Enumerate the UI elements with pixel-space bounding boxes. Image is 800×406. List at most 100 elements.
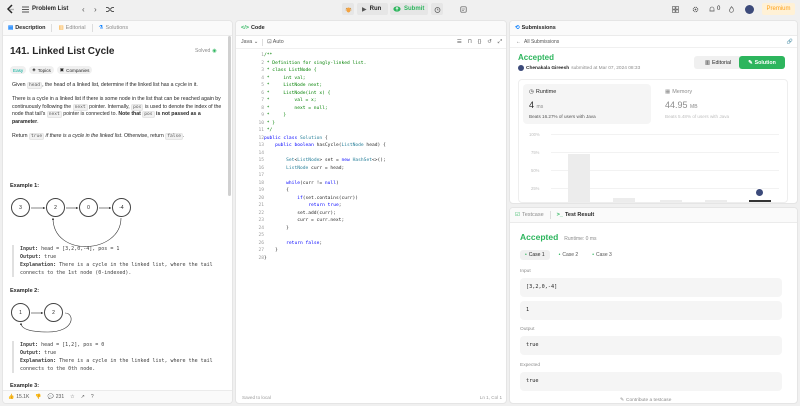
share-button[interactable]: ↗	[81, 394, 85, 400]
code-line: /**	[264, 53, 273, 58]
layout-grid-icon	[672, 5, 679, 13]
description-scrollbar[interactable]	[228, 36, 231, 196]
submit-button[interactable]: Submit	[390, 3, 428, 15]
code-line: set.add(curr);	[264, 210, 336, 216]
code-line: if(set.contains(curr))	[297, 195, 359, 201]
code-line: {	[264, 188, 289, 193]
help-button[interactable]: ?	[91, 394, 94, 400]
test-result-panel: ☑ Testcase >_ Test Result Accepted Runti…	[509, 207, 798, 404]
dot-icon: •	[525, 252, 527, 258]
user-avatar-icon	[745, 4, 754, 14]
distribution-bar[interactable]	[705, 200, 727, 202]
reset-icon[interactable]: ↺	[487, 39, 491, 46]
list-node: -4	[112, 198, 131, 217]
prev-problem-button[interactable]: ‹	[82, 3, 85, 15]
notes-icon[interactable]: ☰	[457, 39, 462, 46]
expected-label: Expected	[520, 363, 541, 368]
clock-icon: ◷	[529, 89, 534, 95]
favorite-button[interactable]: ☆	[70, 394, 74, 400]
editor-actions: ☰ ⊓ {} ↺ ⤢	[457, 39, 502, 46]
streak-count: 0	[717, 6, 721, 12]
random-problem-button[interactable]	[106, 3, 114, 15]
companies-chip[interactable]: ▣ Companies	[56, 66, 93, 74]
submissions-panel: ⟲ Submissions ← All Submissions 🔗 Accept…	[509, 20, 798, 204]
dot-icon: •	[592, 252, 594, 258]
tab-description[interactable]: ▤ Description	[8, 25, 45, 31]
memory-box[interactable]: ▦ Memory 44.95 MB Beats 5.48% of users wi…	[659, 84, 785, 124]
topics-chip[interactable]: ◈ Topics	[29, 66, 54, 74]
tab-submissions[interactable]: ⟲ Submissions	[515, 25, 556, 31]
runtime-box[interactable]: ◷ Runtime 4 ms Beats 16.27% of users with…	[523, 84, 651, 124]
bookmark-icon[interactable]: ⊓	[468, 39, 472, 46]
fire-icon	[729, 5, 734, 13]
y-tick: 75%	[531, 150, 540, 155]
editor-toolbar: Java ⌄ ⊡ Auto ☰ ⊓ {} ↺ ⤢	[236, 36, 506, 49]
case-tab-2[interactable]: • Case 2	[554, 250, 584, 260]
language-select[interactable]: Java ⌄	[241, 39, 258, 45]
case-tab-3[interactable]: • Case 3	[587, 250, 617, 260]
saved-status: Saved to local	[242, 395, 271, 400]
submission-meta: Chenakala Gireesh submitted at Mar 07, 2…	[518, 65, 640, 71]
line-number: 18	[258, 180, 264, 186]
layout-button[interactable]	[672, 3, 679, 15]
output-label: Output	[520, 327, 535, 332]
debug-button[interactable]	[342, 3, 354, 15]
solution-button[interactable]: ✎ Solution	[739, 56, 785, 69]
premium-label: Premium	[766, 6, 791, 12]
code-line: * val = x;	[264, 98, 317, 103]
alarm-clock-icon	[434, 6, 440, 13]
list-node: 0	[79, 198, 98, 217]
run-button[interactable]: ▶ Run	[357, 3, 388, 15]
problem-list-button[interactable]: Problem List	[22, 3, 68, 15]
tab-test-result[interactable]: >_ Test Result	[557, 212, 595, 218]
back-to-submissions[interactable]: ← All Submissions 🔗	[510, 36, 797, 48]
code-line: return false;	[286, 240, 323, 246]
tab-testcase[interactable]: ☑ Testcase	[515, 212, 544, 218]
pencil-icon: ✎	[620, 398, 625, 403]
expected-value[interactable]: true	[520, 372, 782, 391]
line-number: 19	[258, 188, 264, 193]
gear-icon	[692, 6, 699, 12]
line-number: 25	[258, 233, 264, 238]
next-problem-button[interactable]: ›	[94, 3, 97, 15]
distribution-bar[interactable]	[568, 154, 590, 202]
auto-mode-toggle[interactable]: ⊡ Auto	[267, 39, 284, 45]
input-pos-value[interactable]: 1	[520, 301, 782, 320]
format-code-icon[interactable]: {}	[478, 39, 482, 46]
case-tab-1[interactable]: • Case 1	[520, 250, 550, 260]
tab-editorial[interactable]: ▥ Editorial	[58, 25, 85, 31]
list-node: 2	[46, 198, 65, 217]
dislike-button[interactable]: 👎	[35, 394, 41, 400]
lock-icon: ⊡	[267, 39, 272, 45]
distribution-bar-user[interactable]	[749, 200, 771, 202]
timer-button[interactable]	[431, 3, 443, 15]
arrow-left-icon: ←	[516, 38, 521, 45]
expand-icon[interactable]: ⤢	[498, 39, 502, 46]
comment-icon: 💬	[47, 394, 54, 400]
premium-button[interactable]: Premium	[762, 3, 795, 15]
code-editor[interactable]: /** * Definition for singly-linked list.…	[264, 52, 386, 262]
streak-button[interactable]	[728, 3, 735, 15]
contribute-testcase-link[interactable]: ✎ Contribute a testcase	[620, 398, 671, 403]
settings-button[interactable]	[692, 3, 699, 15]
like-button[interactable]: 👍 15.1K	[8, 394, 29, 400]
comments-button[interactable]: 💬 231	[48, 394, 65, 400]
line-number: 2	[261, 60, 264, 66]
notes-button[interactable]	[457, 3, 469, 15]
avatar[interactable]	[745, 3, 754, 15]
problem-title[interactable]: 141. Linked List Cycle	[10, 46, 115, 57]
distribution-bar[interactable]	[613, 198, 635, 202]
link-icon[interactable]: 🔗	[787, 39, 793, 45]
editorial-button[interactable]: ▥ Editorial	[694, 56, 742, 69]
tab-code[interactable]: </> Code	[241, 25, 265, 31]
tab-solutions[interactable]: ⚗ Solutions	[99, 25, 129, 31]
statement-paragraph-2: There is a cycle in a linked list if the…	[12, 95, 222, 126]
logo[interactable]	[6, 3, 15, 15]
list-node: 3	[11, 198, 30, 217]
output-value[interactable]: true	[520, 336, 782, 355]
input-head-value[interactable]: [3,2,0,-4]	[520, 278, 782, 297]
solved-badge: Solved ◉	[195, 48, 217, 54]
distribution-bar[interactable]	[660, 200, 682, 202]
notifications-button[interactable]: 0	[709, 3, 720, 15]
line-number: 6	[261, 90, 264, 96]
